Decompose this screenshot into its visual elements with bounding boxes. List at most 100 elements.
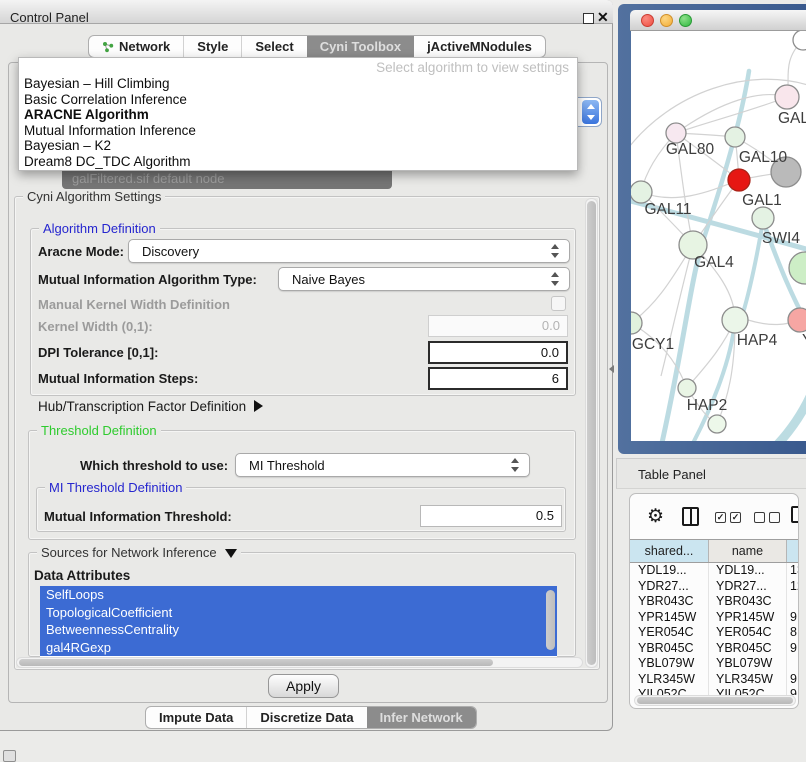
- manual-kernel-checkbox[interactable]: [551, 296, 566, 311]
- manual-kernel-label: Manual Kernel Width Definition: [38, 297, 230, 312]
- table-row[interactable]: YDL19...YDL19...13: [630, 563, 798, 579]
- tab-discretize-data[interactable]: Discretize Data: [246, 707, 366, 728]
- algorithm-list-item[interactable]: Dream8 DC_TDC Algorithm: [19, 154, 577, 170]
- table-cell: YPR145W: [709, 610, 787, 626]
- tab-network[interactable]: Network: [89, 36, 183, 57]
- network-node[interactable]: [793, 31, 806, 50]
- table-cell: YER054C: [630, 625, 709, 641]
- dpi-tolerance-label: DPI Tolerance [0,1]:: [38, 345, 158, 360]
- document-icon[interactable]: [791, 506, 799, 523]
- float-window-icon[interactable]: [583, 13, 594, 24]
- data-attribute-item[interactable]: BetweennessCentrality: [40, 621, 557, 639]
- table-row[interactable]: YBL079WYBL079W: [630, 656, 798, 672]
- network-canvas[interactable]: GALGAL80GAL10GAL1GAL11SWI4GAL4GCY1HAP4YH…: [631, 31, 806, 441]
- data-attribute-item[interactable]: gal4RGexp: [40, 639, 557, 657]
- table-hscroll-thumb[interactable]: [637, 697, 793, 704]
- which-threshold-label: Which threshold to use:: [80, 458, 228, 473]
- table-row[interactable]: YBR045CYBR045C9.: [630, 641, 798, 657]
- network-node[interactable]: [752, 207, 774, 229]
- mi-type-combo[interactable]: Naive Bayes: [278, 267, 570, 291]
- table-cell: YBR045C: [630, 641, 709, 657]
- table-cell: YBL079W: [630, 656, 709, 672]
- select-all-checkbox-icon[interactable]: ✓: [715, 512, 726, 523]
- network-node[interactable]: [788, 308, 806, 332]
- settings-hscroll-thumb[interactable]: [19, 659, 493, 666]
- threshold-definition-title: Threshold Definition: [37, 423, 161, 438]
- network-node[interactable]: [728, 169, 750, 191]
- algorithm-list-item[interactable]: Bayesian – K2: [19, 138, 577, 154]
- settings-gear-icon[interactable]: ⚙: [647, 507, 664, 526]
- network-node[interactable]: [631, 181, 652, 203]
- network-combo-remnant[interactable]: galFiltered.sif default node: [62, 171, 392, 189]
- apply-button[interactable]: Apply: [268, 674, 339, 698]
- expand-arrow-icon: [254, 400, 263, 412]
- table-row[interactable]: YER054CYER054C8.: [630, 625, 798, 641]
- tab-style[interactable]: Style: [183, 36, 241, 57]
- data-attribute-item[interactable]: TopologicalCoefficient: [40, 604, 557, 622]
- which-threshold-combo[interactable]: MI Threshold: [235, 453, 530, 477]
- tab-impute-data[interactable]: Impute Data: [146, 707, 246, 728]
- table-cell: YDR27...: [630, 579, 709, 595]
- kernel-width-field[interactable]: 0.0: [428, 315, 568, 337]
- table-row[interactable]: YIL052CYIL052C9.: [630, 687, 798, 695]
- tab-infer-network[interactable]: Infer Network: [367, 707, 476, 728]
- table-cell: YBR045C: [709, 641, 787, 657]
- tab-select[interactable]: Select: [241, 36, 306, 57]
- settings-vscroll-thumb[interactable]: [587, 201, 596, 665]
- table-row[interactable]: YLR345WYLR345W9.: [630, 672, 798, 688]
- zoom-traffic-light[interactable]: [679, 14, 692, 27]
- panel-divider-handle[interactable]: [609, 365, 614, 373]
- network-node[interactable]: [708, 415, 726, 433]
- algorithm-list-item[interactable]: Bayesian – Hill Climbing: [19, 76, 577, 92]
- table-cell: YBL079W: [709, 656, 787, 672]
- hub-definition-toggle[interactable]: Hub/Transcription Factor Definition: [38, 399, 263, 414]
- table-cell: [787, 594, 798, 610]
- aracne-mode-combo[interactable]: Discovery: [128, 239, 570, 263]
- table-cell: 9.: [787, 687, 798, 695]
- algorithm-list-item[interactable]: Mutual Information Inference: [19, 123, 577, 139]
- tab-jactivemnodules[interactable]: jActiveMNodules: [414, 36, 545, 57]
- network-icon: [102, 41, 114, 53]
- bottom-tabbar: Impute Data Discretize Data Infer Networ…: [145, 706, 477, 729]
- dpi-tolerance-field[interactable]: 0.0: [428, 341, 568, 364]
- network-node[interactable]: [789, 252, 806, 284]
- algorithm-list-item[interactable]: ARACNE Algorithm: [19, 107, 577, 123]
- network-node[interactable]: [775, 85, 799, 109]
- table-cell: YIL052C: [630, 687, 709, 695]
- column-layout-icon[interactable]: [682, 507, 699, 526]
- settings-hscroll-track[interactable]: [16, 657, 583, 668]
- network-window-titlebar[interactable]: [630, 10, 806, 31]
- table-row[interactable]: YPR145WYPR145W9.: [630, 610, 798, 626]
- attributes-scrollbar[interactable]: [546, 590, 555, 650]
- table-cell: 9.: [787, 641, 798, 657]
- control-panel-titlebar[interactable]: [0, 0, 613, 24]
- table-row[interactable]: YBR043CYBR043C: [630, 594, 798, 610]
- node-label: GCY1: [632, 336, 674, 353]
- tab-cyni-toolbox[interactable]: Cyni Toolbox: [307, 36, 414, 57]
- network-node[interactable]: [666, 123, 686, 143]
- algorithm-definition-title: Algorithm Definition: [39, 221, 160, 236]
- network-node[interactable]: [678, 379, 696, 397]
- kernel-width-label: Kernel Width (0,1):: [38, 319, 153, 334]
- data-attribute-item[interactable]: SelfLoops: [40, 586, 557, 604]
- network-node[interactable]: [722, 307, 748, 333]
- column-header-shared-name[interactable]: shared...: [630, 540, 709, 562]
- close-traffic-light[interactable]: [641, 14, 654, 27]
- sources-title[interactable]: Sources for Network Inference: [37, 545, 241, 560]
- network-node[interactable]: [725, 127, 745, 147]
- mi-steps-field[interactable]: 6: [428, 367, 568, 390]
- deselect-checkbox-icon[interactable]: [754, 512, 765, 523]
- table-row[interactable]: YDR27...YDR27...12: [630, 579, 798, 595]
- deselect-checkbox-icon[interactable]: [769, 512, 780, 523]
- minimize-traffic-light[interactable]: [660, 14, 673, 27]
- algorithm-combo-stepper[interactable]: [577, 97, 602, 127]
- close-icon[interactable]: ✕: [597, 9, 609, 26]
- minimized-panel-icon[interactable]: [3, 750, 16, 762]
- column-header-name[interactable]: name: [709, 540, 787, 562]
- select-all-checkbox-icon[interactable]: ✓: [730, 512, 741, 523]
- settings-vscroll-track[interactable]: [585, 198, 598, 668]
- table-hscroll-track[interactable]: [634, 695, 796, 706]
- algorithm-list-item[interactable]: Basic Correlation Inference: [19, 92, 577, 108]
- column-header-clipped[interactable]: [787, 540, 798, 562]
- mi-threshold-field[interactable]: 0.5: [420, 505, 562, 527]
